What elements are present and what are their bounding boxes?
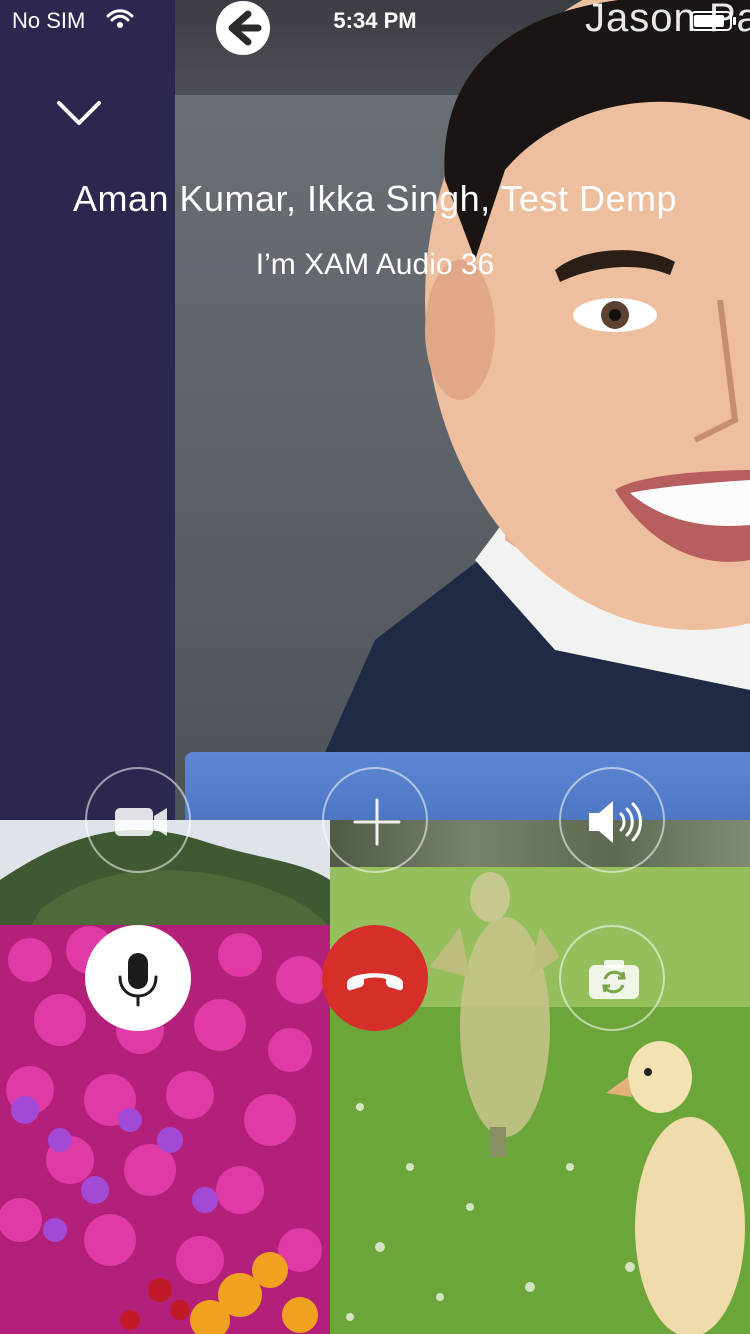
camera-flip-icon <box>589 960 639 999</box>
plus-icon <box>353 798 401 846</box>
participant-video-flowers <box>0 820 330 1334</box>
status-time: 5:34 PM <box>333 8 417 33</box>
video-toggle-button[interactable] <box>85 767 191 873</box>
video-call-screen: Jason Pa No SIM 5:34 PM Aman Kumar, Ikka… <box>0 0 750 1334</box>
chevron-down-icon[interactable] <box>55 95 103 131</box>
battery-icon <box>690 11 736 31</box>
end-call-button[interactable] <box>322 925 428 1031</box>
call-participants: Aman Kumar, Ikka Singh, Test Demp <box>72 178 678 219</box>
video-camera-icon <box>115 808 167 836</box>
remote-person-image <box>295 0 750 820</box>
remote-video: Jason Pa <box>175 0 750 820</box>
flip-camera-button[interactable] <box>559 925 665 1031</box>
back-arrow-icon[interactable] <box>214 0 272 56</box>
status-bar: No SIM 5:34 PM <box>0 0 750 42</box>
speaker-button[interactable] <box>559 767 665 873</box>
microphone-icon <box>118 953 158 1007</box>
mute-button[interactable] <box>85 925 191 1031</box>
add-participant-button[interactable] <box>322 767 428 873</box>
call-subtitle: I’m XAM Audio 36 <box>255 248 495 281</box>
flowers-image <box>0 820 330 1334</box>
speaker-icon <box>589 801 642 843</box>
end-call-icon <box>347 973 403 991</box>
